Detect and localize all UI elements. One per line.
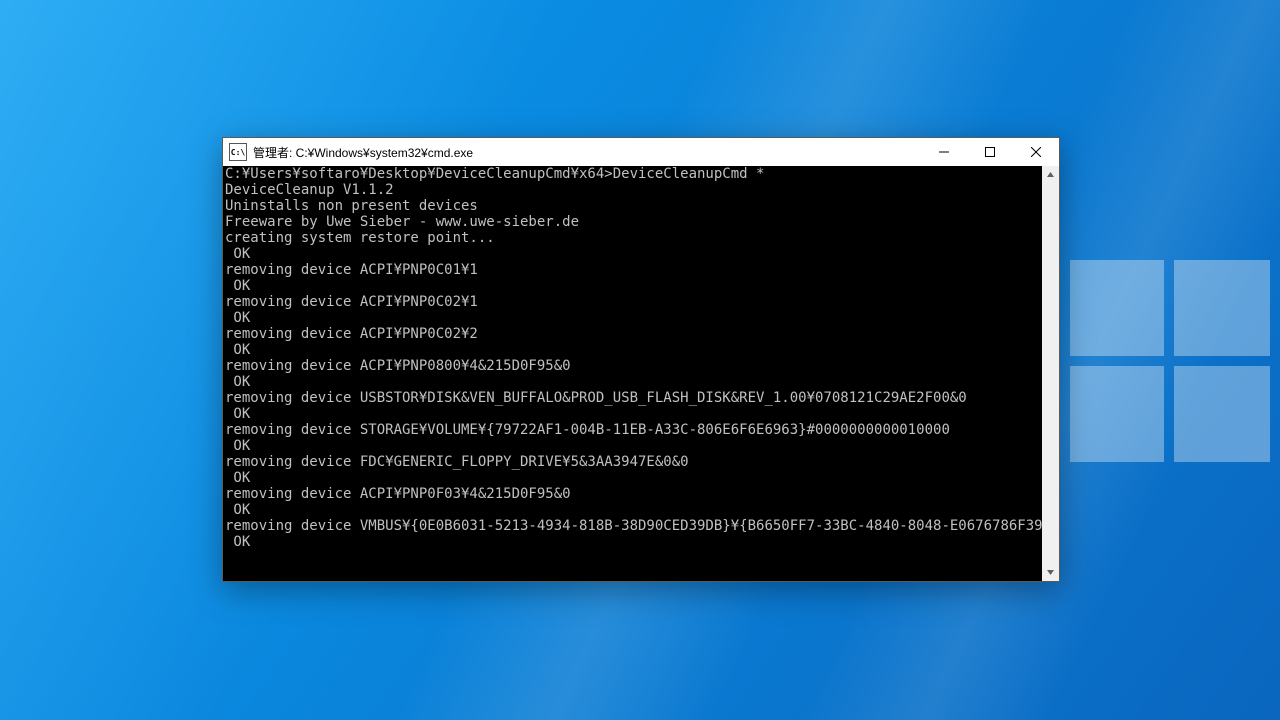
cmd-icon: C:\ [229, 143, 247, 161]
close-button[interactable] [1013, 138, 1059, 166]
console-output[interactable]: C:¥Users¥softaro¥Desktop¥DeviceCleanupCm… [223, 166, 1042, 581]
scrollbar-track[interactable] [1042, 183, 1059, 564]
cmd-window: C:\ 管理者: C:¥Windows¥system32¥cmd.exe C:¥… [222, 137, 1060, 582]
maximize-button[interactable] [967, 138, 1013, 166]
vertical-scrollbar[interactable] [1042, 166, 1059, 581]
window-title: 管理者: C:¥Windows¥system32¥cmd.exe [253, 144, 473, 161]
scroll-up-button[interactable] [1042, 166, 1059, 183]
desktop-background: C:\ 管理者: C:¥Windows¥system32¥cmd.exe C:¥… [0, 0, 1280, 720]
scroll-down-button[interactable] [1042, 564, 1059, 581]
minimize-button[interactable] [921, 138, 967, 166]
console-client-area: C:¥Users¥softaro¥Desktop¥DeviceCleanupCm… [223, 166, 1059, 581]
windows-logo [1070, 260, 1270, 460]
titlebar[interactable]: C:\ 管理者: C:¥Windows¥system32¥cmd.exe [223, 138, 1059, 166]
